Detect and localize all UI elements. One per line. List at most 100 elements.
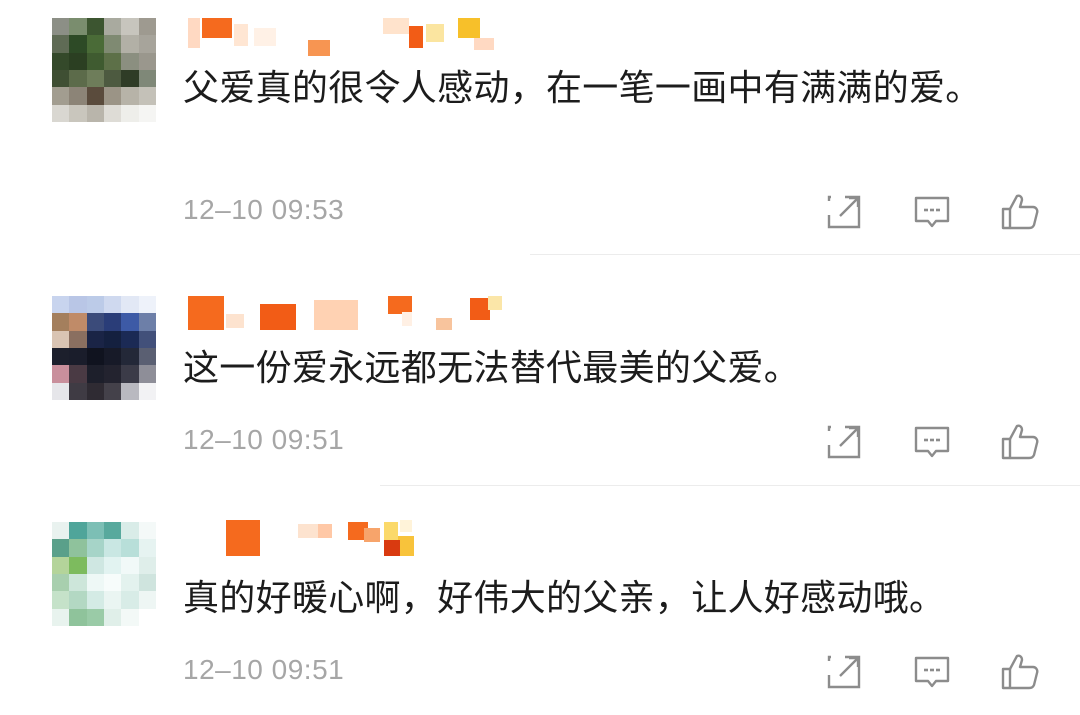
avatar-pixel: [86, 35, 104, 53]
avatar-pixel: [52, 522, 70, 540]
avatar-pixel: [52, 330, 70, 348]
reply-icon[interactable]: [910, 420, 954, 464]
comment-text: 这一份爱永远都无法替代最美的父爱。: [183, 348, 801, 389]
username-mosaic-block: [398, 536, 414, 556]
avatar[interactable]: [52, 296, 156, 400]
avatar-pixel: [69, 608, 87, 626]
avatar-pixel: [138, 574, 156, 592]
avatar-pixel: [52, 18, 70, 36]
avatar-pixel: [52, 35, 70, 53]
avatar-pixel: [52, 104, 70, 122]
avatar[interactable]: [52, 522, 156, 626]
avatar-pixel: [69, 522, 87, 540]
avatar-pixel: [138, 382, 156, 400]
avatar-pixel: [86, 296, 104, 314]
avatar-pixel: [52, 296, 70, 314]
divider: [380, 485, 1080, 486]
avatar-pixel: [121, 18, 139, 36]
like-icon[interactable]: [998, 190, 1042, 234]
share-icon-graphic: [827, 425, 861, 459]
username-mosaic-block: [226, 314, 244, 328]
username-mosaic-block: [308, 40, 330, 56]
avatar-pixel: [138, 313, 156, 331]
username-mosaic-block: [318, 524, 332, 538]
avatar-pixel: [86, 539, 104, 557]
avatar-pixel: [121, 574, 139, 592]
share-icon[interactable]: [822, 420, 866, 464]
avatar-pixel: [104, 348, 122, 366]
username-mosaic-block: [202, 18, 232, 38]
username-blurred[interactable]: [188, 520, 518, 558]
avatar-pixel: [52, 70, 70, 88]
avatar-pixel: [86, 591, 104, 609]
avatar-pixel: [52, 87, 70, 105]
avatar-pixel: [52, 365, 70, 383]
avatar-pixel: [138, 87, 156, 105]
avatar-pixel: [69, 591, 87, 609]
comment-timestamp: 12–10 09:51: [183, 424, 345, 455]
avatar-pixel: [138, 70, 156, 88]
comment-item: 父爱真的很令人感动，在一笔一画中有满满的爱。 12–10 09:53: [0, 0, 1080, 254]
comment-actions: [820, 420, 1050, 464]
avatar-pixel: [69, 296, 87, 314]
share-icon[interactable]: [822, 650, 866, 694]
avatar-pixel: [69, 348, 87, 366]
like-icon-graphic: [1001, 424, 1039, 460]
avatar-pixel: [121, 330, 139, 348]
avatar-pixel: [86, 87, 104, 105]
avatar-pixel: [121, 348, 139, 366]
avatar-pixel: [138, 522, 156, 540]
avatar-pixel: [86, 348, 104, 366]
avatar-pixel: [121, 104, 139, 122]
avatar-pixel: [104, 104, 122, 122]
avatar-pixel: [138, 18, 156, 36]
avatar-pixel: [52, 313, 70, 331]
avatar-pixel: [138, 365, 156, 383]
username-mosaic-block: [384, 522, 398, 540]
username-blurred[interactable]: [188, 18, 518, 56]
avatar-pixel: [86, 330, 104, 348]
avatar-pixel: [86, 365, 104, 383]
reply-icon-graphic: [914, 196, 950, 228]
avatar-pixel: [104, 556, 122, 574]
avatar-pixel: [104, 52, 122, 70]
username-blurred[interactable]: [188, 296, 518, 334]
avatar-pixel: [104, 608, 122, 626]
username-mosaic-block: [436, 318, 452, 330]
username-mosaic-block: [458, 18, 480, 38]
avatar-pixel: [138, 296, 156, 314]
avatar-pixel: [69, 313, 87, 331]
avatar-pixel: [138, 539, 156, 557]
like-icon-graphic: [1001, 654, 1039, 690]
avatar[interactable]: [52, 18, 156, 122]
avatar-pixel: [138, 608, 156, 626]
username-mosaic-block: [402, 312, 412, 326]
comment-actions: [820, 650, 1050, 694]
avatar-pixel: [69, 382, 87, 400]
avatar-pixel: [104, 18, 122, 36]
avatar-pixel: [121, 296, 139, 314]
avatar-pixel: [121, 365, 139, 383]
avatar-pixel: [69, 330, 87, 348]
username-mosaic-block: [426, 24, 444, 42]
avatar-pixel: [121, 522, 139, 540]
like-icon[interactable]: [998, 420, 1042, 464]
like-icon[interactable]: [998, 650, 1042, 694]
avatar-pixel: [104, 70, 122, 88]
avatar-pixel: [104, 313, 122, 331]
avatar-pixel: [69, 104, 87, 122]
username-mosaic-block: [314, 300, 358, 330]
avatar-pixel: [69, 52, 87, 70]
username-mosaic-block: [188, 18, 200, 48]
share-icon-graphic: [827, 195, 861, 229]
avatar-pixel: [86, 104, 104, 122]
avatar-pixel: [121, 591, 139, 609]
share-icon[interactable]: [822, 190, 866, 234]
avatar-pixel: [69, 35, 87, 53]
divider: [530, 254, 1080, 255]
avatar-pixel: [52, 348, 70, 366]
reply-icon[interactable]: [910, 650, 954, 694]
avatar-pixel: [52, 539, 70, 557]
reply-icon[interactable]: [910, 190, 954, 234]
avatar-pixel: [121, 382, 139, 400]
